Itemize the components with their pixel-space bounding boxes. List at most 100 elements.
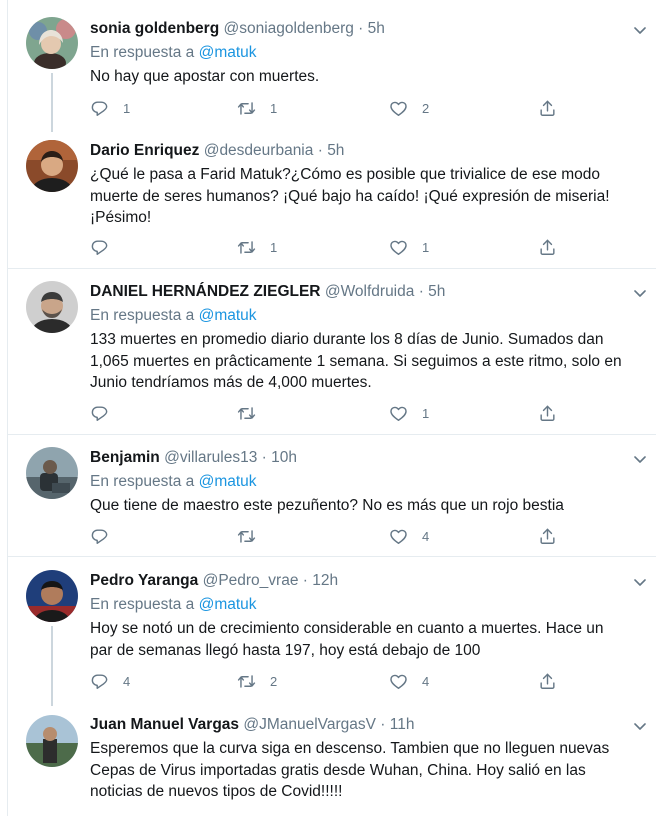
author-name[interactable]: Juan Manuel Vargas	[90, 716, 239, 733]
reply-count: 1	[123, 100, 131, 116]
share-button[interactable]	[538, 671, 557, 691]
reply-context: En respuesta a @matuk	[90, 473, 257, 491]
like-button[interactable]: 4	[389, 671, 429, 691]
like-button[interactable]: 1	[389, 403, 429, 423]
tweet-text: 133 muertes en promedio diario durante l…	[90, 329, 646, 394]
avatar[interactable]	[26, 281, 78, 333]
tweet-text: ¿Qué le pasa a Farid Matuk?¿Cómo es posi…	[90, 164, 646, 229]
share-icon	[538, 404, 557, 423]
timestamp[interactable]: 10h	[271, 449, 297, 466]
heart-icon	[389, 527, 408, 546]
timestamp[interactable]: 5h	[327, 142, 344, 159]
reply-prefix: En respuesta a	[90, 44, 195, 61]
mention-link[interactable]: @matuk	[199, 473, 257, 490]
timestamp[interactable]: 5h	[428, 283, 445, 300]
tweet-text-line: muerte de seres humanos? ¡Qué bajo ha ca…	[90, 187, 610, 205]
author-handle[interactable]: @desdeurbania	[204, 142, 314, 159]
tweet[interactable]: Dario Enriquez @desdeurbania · 5h ¿Qué l…	[8, 132, 656, 269]
author-name[interactable]: DANIEL HERNÁNDEZ ZIEGLER	[90, 283, 321, 300]
share-button[interactable]	[538, 98, 557, 118]
reply-icon	[90, 527, 109, 546]
author-handle[interactable]: @Pedro_vrae	[203, 572, 299, 589]
reply-context: En respuesta a @matuk	[90, 596, 257, 614]
reply-button[interactable]: 1	[90, 98, 130, 118]
reply-prefix: En respuesta a	[90, 596, 195, 613]
mention-link[interactable]: @matuk	[199, 44, 257, 61]
tweet-text-line: No hay que apostar con muertes.	[90, 68, 320, 85]
mention-link[interactable]: @matuk	[199, 307, 257, 324]
tweet[interactable]: Pedro Yaranga @Pedro_vrae · 12h En respu…	[8, 557, 656, 706]
reply-context: En respuesta a @matuk	[90, 44, 257, 62]
tweet[interactable]: Juan Manuel Vargas @JManuelVargasV · 11h…	[8, 706, 656, 816]
timestamp[interactable]: 5h	[368, 20, 385, 37]
reply-button[interactable]	[90, 403, 123, 423]
tweet-text: Esperemos que la curva siga en descenso.…	[90, 738, 646, 803]
avatar[interactable]	[26, 17, 78, 69]
tweet[interactable]: sonia goldenberg @soniagoldenberg · 5h E…	[8, 0, 656, 132]
share-icon	[538, 672, 557, 691]
tweet-text-line: 133 muertes en promedio diario durante l…	[90, 331, 604, 348]
retweet-button[interactable]	[237, 526, 270, 546]
author-name[interactable]: sonia goldenberg	[90, 20, 219, 37]
retweet-button[interactable]: 1	[237, 98, 277, 118]
chevron-down-icon[interactable]	[632, 285, 648, 301]
like-count: 2	[422, 100, 430, 116]
avatar[interactable]	[26, 715, 78, 767]
retweet-button[interactable]: 1	[237, 237, 277, 257]
timestamp[interactable]: 11h	[390, 716, 415, 733]
tweet-text-line: ¡Pésimo!	[90, 209, 152, 226]
like-count: 4	[422, 673, 430, 689]
share-button[interactable]	[538, 403, 557, 423]
share-icon	[538, 99, 557, 118]
reply-button[interactable]	[90, 526, 123, 546]
chevron-down-icon[interactable]	[632, 574, 648, 590]
reply-icon	[90, 99, 109, 118]
reply-prefix: En respuesta a	[90, 473, 195, 490]
tweet-text-line: Hoy se notó un de crecimiento considerab…	[90, 620, 604, 637]
tweet[interactable]: DANIEL HERNÁNDEZ ZIEGLER @Wolfdruida · 5…	[8, 269, 656, 435]
retweet-count: 2	[270, 673, 278, 689]
tweet-header: Juan Manuel Vargas @JManuelVargasV · 11h	[90, 716, 414, 734]
author-name[interactable]: Benjamin	[90, 449, 160, 466]
like-button[interactable]: 4	[389, 526, 429, 546]
tweet-text: No hay que apostar con muertes.	[90, 66, 646, 88]
avatar[interactable]	[26, 447, 78, 499]
author-handle[interactable]: @Wolfdruida	[325, 283, 415, 300]
author-name[interactable]: Pedro Yaranga	[90, 572, 198, 589]
tweet-actions: 1 1 2	[90, 98, 560, 118]
separator-dot: ·	[358, 20, 364, 37]
chevron-down-icon[interactable]	[632, 22, 648, 38]
author-name[interactable]: Dario Enriquez	[90, 142, 199, 159]
retweet-count: 1	[270, 239, 278, 255]
reply-button[interactable]: 4	[90, 671, 130, 691]
tweet-text-line: ¿Qué le pasa a Farid Matuk?¿Cómo es posi…	[90, 166, 601, 183]
author-handle[interactable]: @villarules13	[164, 449, 257, 466]
like-button[interactable]: 1	[389, 237, 429, 257]
like-button[interactable]: 2	[389, 98, 429, 118]
retweet-icon	[237, 404, 256, 423]
avatar[interactable]	[26, 570, 78, 622]
author-handle[interactable]: @soniagoldenberg	[224, 20, 354, 37]
heart-icon	[389, 672, 408, 691]
tweet[interactable]: Benjamin @villarules13 · 10h En respuest…	[8, 435, 656, 557]
chevron-down-icon[interactable]	[632, 718, 648, 734]
tweet-text-line: noticias de nuevos tipos de Covid!!!!!	[90, 783, 343, 800]
retweet-button[interactable]	[237, 403, 270, 423]
avatar[interactable]	[26, 140, 78, 192]
chevron-down-icon[interactable]	[632, 451, 648, 467]
reply-button[interactable]	[90, 237, 123, 257]
tweet-actions: 1	[90, 403, 560, 423]
mention-link[interactable]: @matuk	[199, 596, 257, 613]
timestamp[interactable]: 12h	[312, 572, 338, 589]
share-button[interactable]	[538, 526, 557, 546]
replies-feed: sonia goldenberg @soniagoldenberg · 5h E…	[7, 0, 656, 816]
reply-icon	[90, 238, 109, 257]
share-icon	[538, 527, 557, 546]
retweet-button[interactable]: 2	[237, 671, 277, 691]
like-count: 1	[422, 405, 430, 421]
tweet-header: Dario Enriquez @desdeurbania · 5h	[90, 142, 344, 160]
tweet-text: Que tiene de maestro este pezuñento? No …	[90, 495, 646, 517]
tweet-actions: 4	[90, 526, 560, 546]
author-handle[interactable]: @JManuelVargasV	[243, 716, 376, 733]
share-button[interactable]	[538, 237, 557, 257]
